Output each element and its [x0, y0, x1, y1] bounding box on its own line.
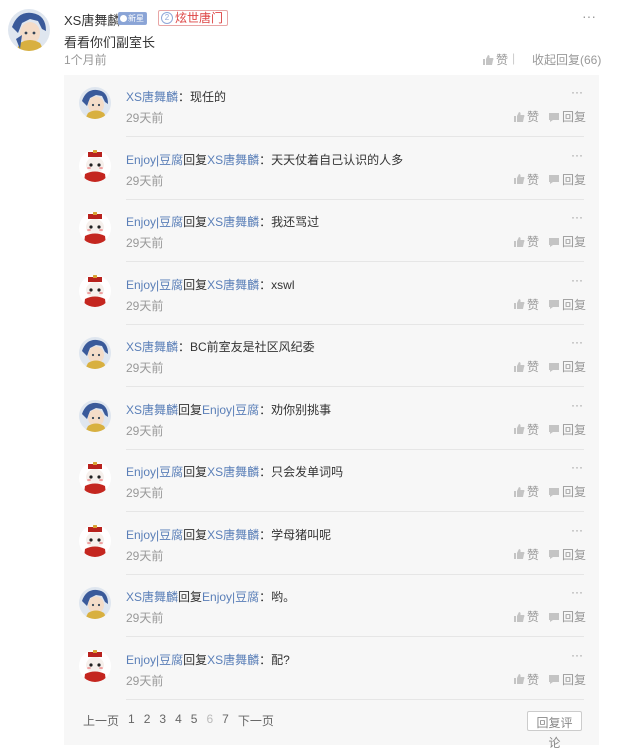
page-link-7[interactable]: 7 [222, 712, 229, 729]
author-avatar[interactable] [8, 9, 50, 51]
star-icon [120, 15, 127, 22]
pagination: 上一页 1 2 3 4 5 6 7 下一页 [83, 712, 274, 729]
new-badge-label: 新星 [128, 14, 144, 23]
page-link-6: 6 [206, 712, 214, 726]
new-star-badge: 新星 [118, 12, 147, 25]
like-button[interactable]: 赞 [482, 51, 508, 68]
reply-comment-button[interactable]: 回复评论 [527, 711, 582, 750]
fan-level: 2 [161, 12, 173, 24]
page-link-3[interactable]: 3 [159, 712, 166, 729]
author-name[interactable]: XS唐舞麟 [64, 10, 120, 29]
fan-badge[interactable]: 2 炫世唐门 [158, 10, 229, 26]
more-options-icon[interactable]: ··· [582, 8, 596, 24]
next-page-link[interactable]: 下一页 [238, 712, 274, 729]
collapse-replies-button[interactable]: 收起回复(66) [532, 51, 601, 68]
action-separator: | [512, 51, 516, 65]
blue-hair-avatar-icon [8, 9, 50, 51]
thumbs-up-icon [483, 54, 494, 65]
prev-page-link[interactable]: 上一页 [83, 712, 119, 729]
comment-text: 看看你们副室长 [64, 35, 156, 50]
like-label: 赞 [496, 53, 509, 67]
page-link-2[interactable]: 2 [144, 712, 151, 729]
fan-badge-label: 炫世唐门 [175, 11, 224, 25]
page-link-1[interactable]: 1 [128, 712, 135, 729]
page-link-4[interactable]: 4 [175, 712, 182, 729]
comment-time: 1个月前 [64, 53, 107, 67]
page-link-5[interactable]: 5 [191, 712, 198, 729]
